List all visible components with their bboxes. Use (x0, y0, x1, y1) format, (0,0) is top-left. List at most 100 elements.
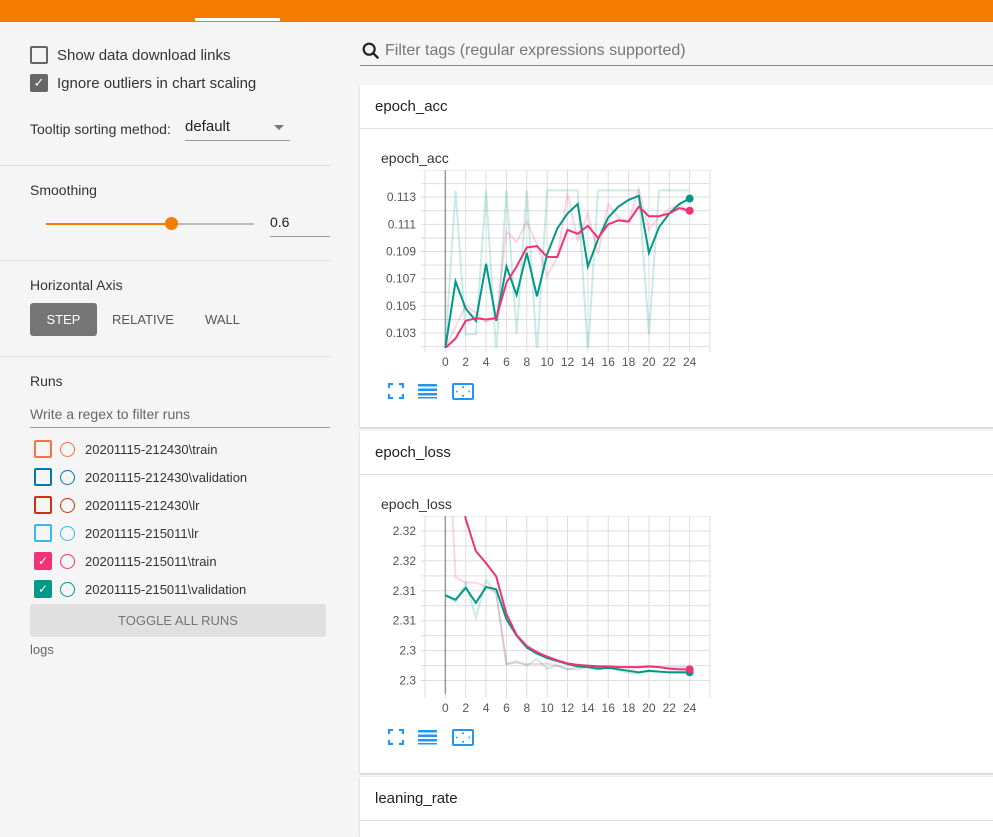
axis-step-button[interactable]: STEP (30, 303, 97, 336)
x-tick-label: 20 (642, 701, 656, 715)
run-color-circle-icon[interactable] (60, 469, 75, 485)
x-tick-label: 2 (462, 355, 469, 369)
card-epoch-acc: epoch_acc epoch_acc 0.103 0.105 0.107 0.109… (360, 85, 993, 427)
runs-filter-input[interactable]: Write a regex to filter runs (30, 400, 330, 428)
fit-domain-icon[interactable] (452, 729, 474, 746)
top-app-bar (0, 0, 993, 22)
last-point-marker (685, 665, 694, 674)
run-item[interactable]: 20201115-215011\lr (34, 524, 198, 542)
run-checkbox[interactable] (34, 468, 52, 486)
epoch-loss-chart[interactable]: 2.322.322.312.312.32.30 2 4 6 8 10 12 14 16 18 20 2… (380, 516, 725, 726)
slider-fill (46, 223, 171, 225)
x-tick-label: 14 (581, 701, 595, 715)
run-checkbox[interactable] (34, 496, 52, 514)
axis-relative-button[interactable]: RELATIVE (105, 303, 181, 336)
smoothing-slider[interactable] (46, 217, 254, 230)
run-name: 20201115-215011\validation (85, 581, 247, 597)
x-tick-label: 16 (602, 701, 616, 715)
chart-title: epoch_loss (381, 496, 452, 512)
smoothing-label: Smoothing (30, 182, 97, 198)
smoothing-value-input[interactable]: 0.6 (270, 210, 330, 237)
chart-title: epoch_acc (381, 150, 449, 166)
tag-filter-input[interactable]: Filter tags (regular expressions support… (360, 36, 993, 66)
toggle-y-log-icon[interactable] (418, 729, 438, 746)
search-placeholder: Filter tags (regular expressions support… (385, 41, 686, 59)
run-checkbox[interactable] (34, 440, 52, 458)
run-item[interactable]: ✓ 20201115-215011\train (34, 552, 217, 570)
x-tick-label: 0 (442, 701, 449, 715)
y-tick-label: 2.3 (399, 674, 416, 688)
y-tick-label: 0.111 (388, 217, 417, 231)
divider (0, 260, 330, 261)
show-download-links-checkbox[interactable]: Show data download links (30, 46, 230, 64)
x-tick-label: 0 (442, 355, 449, 369)
x-tick-label: 22 (663, 355, 677, 369)
run-checkbox[interactable]: ✓ (34, 552, 52, 570)
checkmark-icon[interactable]: ✓ (30, 74, 48, 92)
run-item[interactable]: 20201115-212430\train (34, 440, 218, 458)
x-tick-label: 4 (483, 701, 490, 715)
search-icon (362, 42, 380, 59)
y-tick-label: 2.32 (393, 524, 417, 538)
chart-toolbar (388, 729, 474, 746)
fit-domain-icon[interactable] (452, 383, 474, 400)
y-tick-label: 0.105 (386, 299, 416, 313)
slider-handle[interactable] (164, 217, 178, 230)
card-epoch-loss: epoch_loss epoch_loss 2.32 2.32 2.31 2.31 2.… (360, 431, 993, 773)
x-tick-label: 8 (523, 701, 530, 715)
fullscreen-icon[interactable] (388, 729, 404, 746)
tooltip-sorting-select[interactable]: default (185, 116, 290, 141)
run-name: 20201115-212430\lr (85, 497, 200, 513)
x-tick-label: 24 (683, 355, 697, 369)
toggle-all-runs-button[interactable]: TOGGLE ALL RUNS (30, 604, 326, 637)
x-tick-label: 14 (581, 355, 595, 369)
run-item[interactable]: 20201115-212430\lr (34, 496, 199, 514)
divider (0, 356, 330, 357)
x-tick-label: 12 (561, 355, 575, 369)
x-tick-label: 4 (483, 355, 490, 369)
y-tick-label: 0.113 (387, 190, 416, 204)
card-header[interactable]: leaning_rate (360, 777, 993, 821)
horizontal-axis-label: Horizontal Axis (30, 277, 123, 293)
x-tick-label: 12 (561, 701, 575, 715)
run-item[interactable]: ✓ 20201115-215011\validation (34, 580, 246, 598)
run-color-circle-icon[interactable] (60, 553, 75, 569)
run-color-circle-icon[interactable] (60, 497, 75, 513)
y-tick-label: 2.31 (393, 614, 417, 628)
run-color-circle-icon[interactable] (60, 525, 75, 541)
run-color-circle-icon[interactable] (60, 441, 75, 457)
y-tick-label: 0.109 (386, 245, 416, 259)
x-tick-label: 2 (462, 701, 469, 715)
card-leaning-rate: leaning_rate (360, 777, 993, 837)
x-tick-label: 10 (540, 701, 554, 715)
run-checkbox[interactable]: ✓ (34, 580, 52, 598)
ignore-outliers-checkbox[interactable]: ✓ Ignore outliers in chart scaling (30, 74, 256, 92)
y-tick-label: 0.103 (386, 326, 416, 340)
run-item[interactable]: 20201115-212430\validation (34, 468, 247, 486)
chart-toolbar (388, 383, 474, 400)
x-tick-label: 20 (642, 355, 656, 369)
y-tick-label: 0.107 (386, 272, 416, 286)
run-name: 20201115-215011\train (85, 553, 217, 569)
fullscreen-icon[interactable] (388, 383, 404, 400)
x-tick-label: 16 (602, 355, 616, 369)
run-checkbox[interactable] (34, 524, 52, 542)
tooltip-sorting-label: Tooltip sorting method: (30, 121, 171, 137)
y-tick-label: 2.31 (393, 584, 417, 598)
checkbox-box[interactable] (30, 46, 48, 64)
card-header[interactable]: epoch_loss (360, 431, 993, 475)
axis-wall-button[interactable]: WALL (195, 303, 250, 336)
checkbox-label: Show data download links (57, 46, 231, 64)
logdir-label: logs (30, 642, 54, 657)
card-header[interactable]: epoch_acc (360, 85, 993, 129)
toggle-y-log-icon[interactable] (418, 383, 438, 400)
x-tick-label: 6 (503, 701, 510, 715)
sidebar: Show data download links ✓ Ignore outlier… (0, 22, 340, 815)
run-color-circle-icon[interactable] (60, 581, 75, 597)
x-tick-label: 8 (523, 355, 530, 369)
active-tab-indicator (195, 18, 280, 21)
last-point-marker (685, 194, 694, 203)
dropdown-arrow-icon (274, 125, 284, 130)
y-tick-label: 2.3 (399, 644, 416, 658)
epoch-acc-chart[interactable]: 0.1030.1050.1070.1090.1110.1130 2 4 6 8 10 12 1… (380, 170, 725, 380)
